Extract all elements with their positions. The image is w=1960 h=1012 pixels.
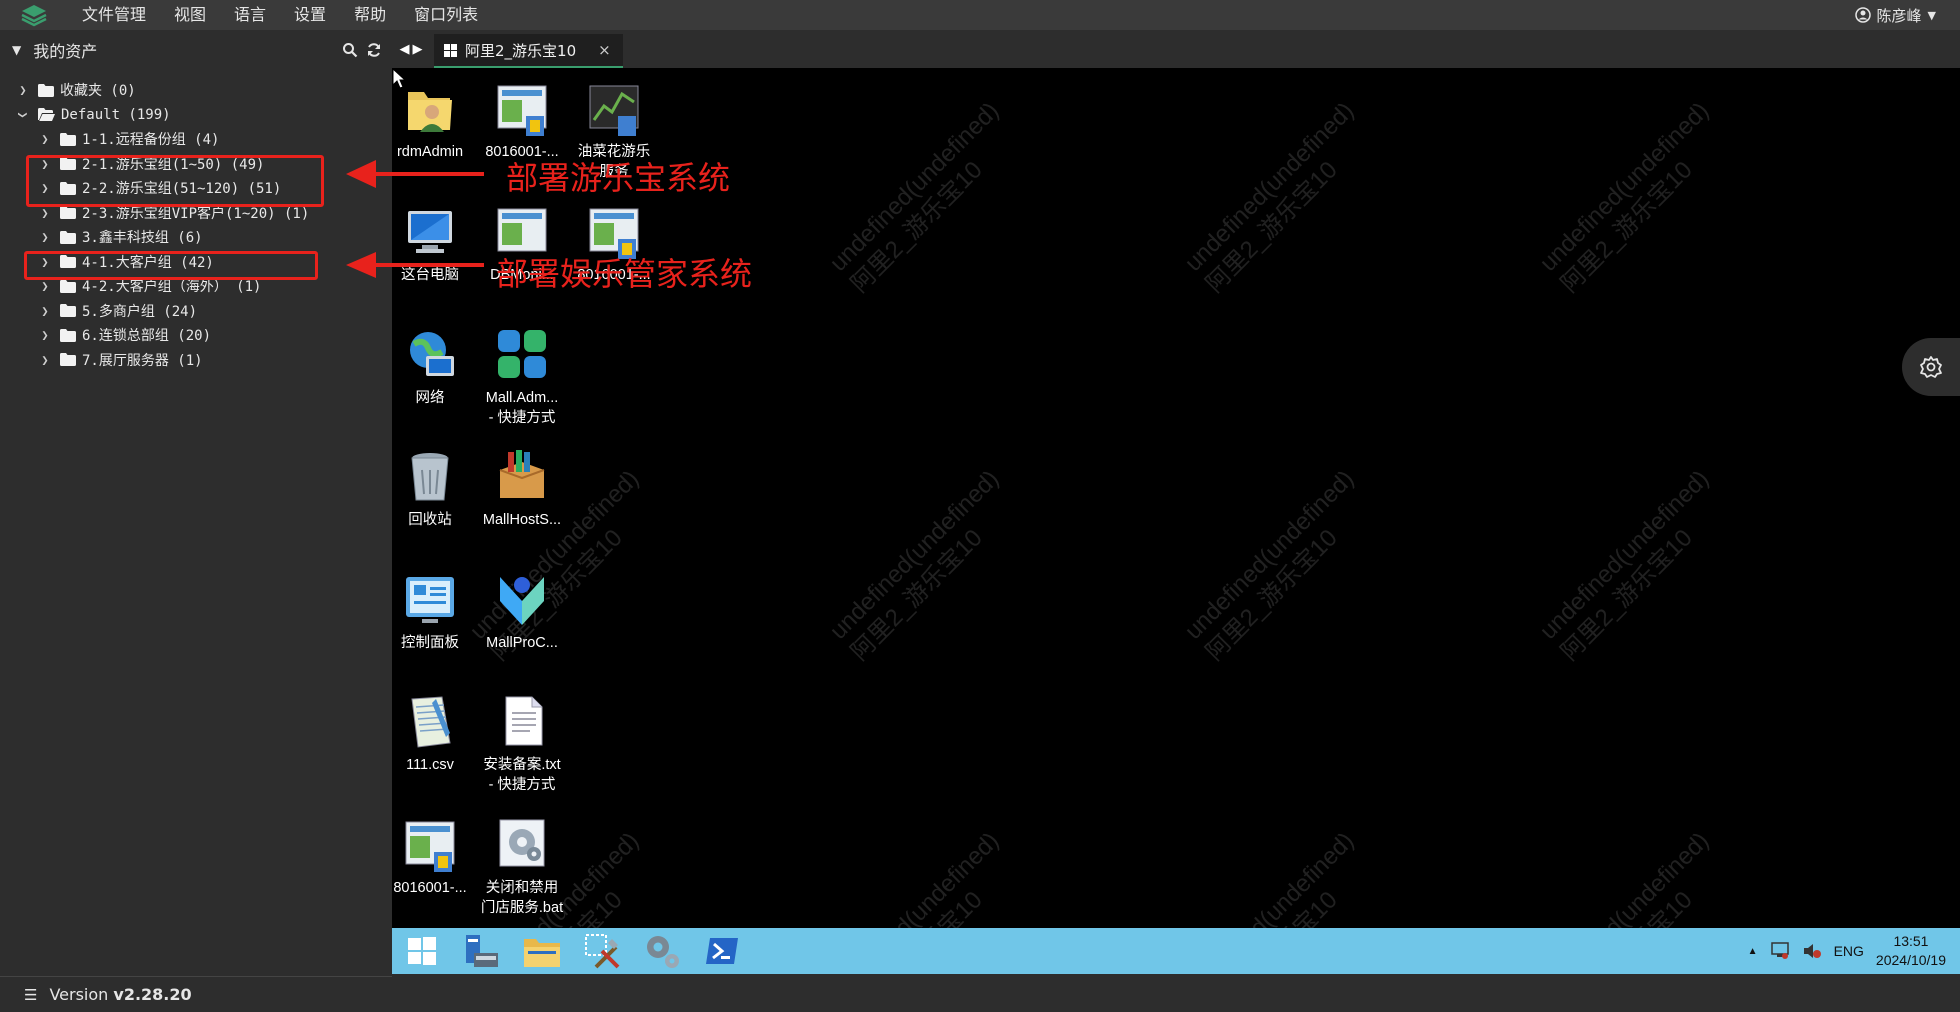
annotation-deploy-yule-manager: 部署娱乐管家系统 [496,255,753,293]
arrow-left-icon [346,160,484,278]
annotation-deploy-youlebao: 部署游乐宝系统 [506,159,731,197]
